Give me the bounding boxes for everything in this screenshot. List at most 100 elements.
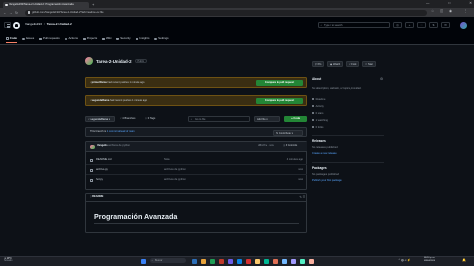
copilot-button[interactable]: ◎	[393, 22, 402, 28]
app-icon[interactable]	[246, 258, 251, 264]
system-clock[interactable]: 08:10 p. m. 09/04/2024	[424, 257, 435, 263]
forks-link[interactable]: 0 forks	[312, 126, 323, 130]
commits-count-link[interactable]: ◷ 3 Commits	[283, 144, 297, 148]
star-button[interactable]: ☆ Star	[362, 60, 376, 67]
forward-arrow-icon[interactable]: →	[9, 11, 13, 15]
table-row[interactable]: README.md Nota 4 minutes ago	[86, 156, 307, 165]
tab-wiki[interactable]: Wiki	[102, 35, 111, 43]
tab-issues[interactable]: Issues	[22, 35, 34, 43]
app-icon[interactable]	[309, 258, 314, 264]
file-commit-message[interactable]: Nota	[164, 158, 169, 162]
owner-link[interactable]: Vangelis193	[25, 23, 42, 27]
extensions-icon[interactable]: ◫	[440, 9, 443, 14]
contribute-button[interactable]: ⇅ Contribute ▾	[273, 129, 303, 136]
edge-browser-icon[interactable]	[210, 258, 215, 264]
notifications-icon[interactable]: ✉	[441, 22, 450, 28]
hamburger-menu-icon[interactable]	[4, 22, 11, 28]
table-row[interactable]: hol.py archivos de python now	[86, 176, 307, 185]
tags-link[interactable]: ◇ 0 Tags	[145, 117, 155, 121]
weather-widget[interactable]: ☀ 29°C Soleado	[4, 258, 12, 264]
latest-commit-row: Vangelis archivos de python d8bd7ce · no…	[86, 142, 307, 152]
banner-text: ⑂ segundaRama had recent pushes 1 minute…	[90, 98, 148, 102]
commit-message-link[interactable]: archivos de python	[108, 144, 130, 147]
compare-pull-request-button[interactable]: Compare & pull request	[256, 80, 303, 87]
banner-branch[interactable]: primerRama	[92, 81, 107, 84]
close-window-button[interactable]: ✕	[469, 1, 472, 6]
file-name-link[interactable]: hol.py	[96, 178, 103, 182]
branches-link[interactable]: ⑂ 4 Branches	[120, 117, 135, 121]
publish-package-link[interactable]: Publish your first package	[312, 179, 342, 183]
tab-security[interactable]: Security	[116, 35, 131, 43]
store-icon[interactable]	[219, 258, 224, 264]
activity-link[interactable]: Activity	[312, 105, 324, 109]
edit-pencil-icon[interactable]: ✎	[299, 195, 302, 200]
fork-button[interactable]: ⑂ Fork	[346, 60, 360, 67]
repo-link[interactable]: Tarea-2-Unidad-2	[47, 23, 72, 27]
tab-settings[interactable]: Settings	[154, 35, 169, 43]
pin-button[interactable]: ⚲ Pin	[312, 60, 325, 67]
profile-icon[interactable]: ◉	[449, 9, 452, 14]
file-name-link[interactable]: archivo.py	[96, 168, 108, 172]
new-tab-button[interactable]: +	[92, 2, 94, 8]
browser-menu-icon[interactable]: ⋮	[464, 9, 467, 14]
app-icon[interactable]	[228, 258, 233, 264]
add-file-button[interactable]: Add file ▾	[254, 116, 280, 122]
commit-author-link[interactable]: Vangelis	[97, 144, 108, 147]
task-view-icon[interactable]	[192, 258, 197, 264]
tab-insights[interactable]: Insights	[135, 35, 149, 43]
create-new-button[interactable]: +	[405, 22, 414, 28]
app-icon[interactable]	[282, 258, 287, 264]
file-commit-message[interactable]: archivos de python	[164, 168, 186, 172]
tab-code[interactable]: Code	[6, 35, 18, 43]
outline-icon[interactable]: ☰	[303, 195, 306, 200]
search-input[interactable]: ⌕ Type / to search	[318, 22, 390, 28]
table-row[interactable]: archivo.py archivos de python now	[86, 166, 307, 175]
recent-push-banner: ⑂ primerRama had recent pushes 1 minute …	[85, 77, 307, 88]
stars-link[interactable]: 0 stars	[312, 112, 323, 116]
releases-heading[interactable]: Releases	[312, 139, 326, 144]
github-logo-icon[interactable]	[13, 21, 20, 29]
app-icon[interactable]	[291, 258, 296, 264]
minimize-button[interactable]: —	[426, 1, 429, 6]
file-date: 4 minutes ago	[286, 158, 303, 161]
notification-bell-icon[interactable]: 🔔	[462, 258, 466, 263]
tab-projects[interactable]: Projects	[82, 35, 97, 43]
file-explorer-icon[interactable]	[201, 258, 206, 264]
tab-pull-requests[interactable]: Pull requests	[39, 35, 60, 43]
readme-tab[interactable]: ▯ README	[90, 195, 103, 199]
go-to-file-input[interactable]: ⌕ Go to file	[188, 116, 250, 122]
windows-start-icon[interactable]	[141, 258, 146, 264]
avatar[interactable]	[460, 21, 467, 29]
app-icon[interactable]	[273, 258, 278, 264]
code-button[interactable]: ‹› Code	[284, 116, 307, 122]
back-arrow-icon[interactable]: ←	[3, 11, 7, 15]
maximize-button[interactable]: □	[448, 1, 450, 6]
app-icon[interactable]	[300, 258, 305, 264]
base-branch-badge[interactable]: main	[129, 130, 135, 133]
watching-link[interactable]: 1 watching	[312, 119, 328, 123]
tray-icons[interactable]: ⌃ ◍ ♫ ⚡	[398, 258, 411, 262]
create-release-link[interactable]: Create a new release	[312, 152, 337, 156]
pull-requests-icon[interactable]: ⇅	[429, 22, 438, 28]
taskbar-search-input[interactable]: ⌕ Buscar	[150, 257, 186, 264]
banner-branch[interactable]: segundaRama	[92, 99, 110, 102]
vscode-icon[interactable]	[237, 258, 242, 264]
file-commit-message[interactable]: archivos de python	[164, 178, 186, 182]
app-icon[interactable]	[264, 258, 269, 264]
compare-pull-request-button[interactable]: Compare & pull request	[256, 98, 303, 105]
watch-button[interactable]: ◉ Watch	[327, 60, 344, 67]
search-icon: ⌕	[151, 258, 153, 262]
address-bar[interactable]: github.com/Vangelis193/Tarea-2-Unidad-2?…	[25, 9, 427, 16]
chrome-icon[interactable]	[255, 258, 260, 264]
file-name-link[interactable]: README.md	[96, 158, 111, 162]
tab-actions[interactable]: Actions	[64, 35, 78, 43]
bookmark-star-icon[interactable]: ☆	[431, 9, 434, 14]
readme-link[interactable]: Readme	[312, 98, 325, 102]
gear-icon[interactable]: ⚙	[380, 77, 383, 82]
commits-ahead-link[interactable]: 1 commit ahead of	[107, 130, 128, 133]
packages-heading[interactable]: Packages	[312, 166, 327, 171]
branch-selector[interactable]: ⑂ segundaRama ▾	[85, 116, 115, 122]
issues-icon[interactable]: ◌	[417, 22, 426, 28]
commit-hash[interactable]: d8bd7ce · now	[258, 145, 274, 148]
reload-icon[interactable]: ↻	[15, 11, 18, 15]
